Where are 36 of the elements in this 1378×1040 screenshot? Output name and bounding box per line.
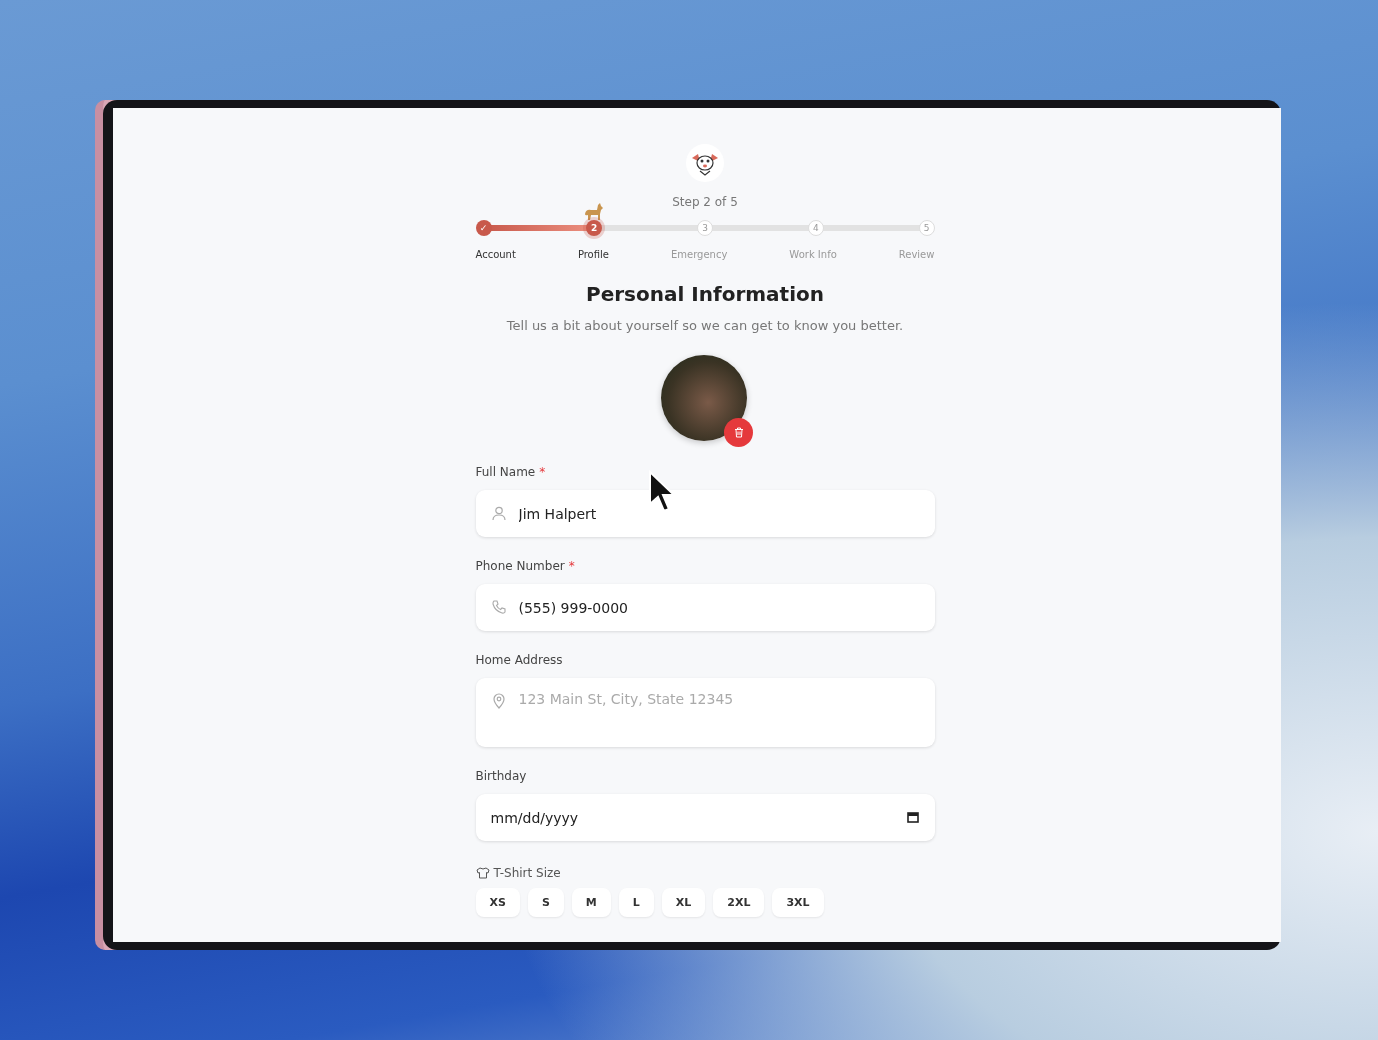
required-mark: *: [539, 465, 546, 479]
step-label: Profile: [577, 249, 609, 260]
step-marker: 4: [807, 220, 824, 236]
delete-photo-button[interactable]: [724, 418, 753, 447]
step-counter: Step 2 of 5: [672, 195, 738, 209]
shirt-icon: [475, 867, 490, 879]
trash-icon: [733, 427, 744, 438]
field-label: Home Address: [475, 653, 563, 667]
size-option[interactable]: L: [618, 888, 654, 917]
field-label: Full Name: [475, 465, 536, 479]
size-option[interactable]: 2XL: [713, 888, 765, 917]
step-marker: 2: [586, 220, 603, 236]
size-option[interactable]: M: [571, 888, 611, 917]
dog-logo-icon: [686, 144, 724, 182]
date-field[interactable]: mm/dd/yyyy: [475, 794, 935, 841]
address-field[interactable]: 123 Main St, City, State 12345: [475, 678, 935, 747]
step-marker: ✓: [475, 220, 492, 236]
page-title: Personal Information: [586, 282, 824, 306]
size-option[interactable]: XL: [661, 888, 706, 917]
size-option[interactable]: 3XL: [772, 888, 824, 917]
name-field[interactable]: Jim Halpert: [475, 490, 935, 537]
page-subtitle: Tell us a bit about yourself so we can get to know you better.: [506, 318, 904, 333]
calendar-icon: [906, 811, 919, 823]
required-mark: *: [568, 559, 575, 573]
phone-field[interactable]: (555) 999-0000: [475, 584, 935, 631]
step-label: Work Info: [789, 249, 837, 260]
step-marker: 5: [918, 220, 935, 236]
size-option[interactable]: XS: [475, 888, 520, 917]
size-option[interactable]: S: [527, 888, 564, 917]
field-label: Birthday: [475, 769, 527, 783]
section-label: T-Shirt Size: [493, 866, 561, 880]
step-label: Account: [475, 249, 516, 260]
step-label: Emergency: [670, 249, 728, 260]
step-marker: 3: [697, 220, 713, 236]
field-label: Phone Number: [475, 559, 565, 573]
step-label: Review: [898, 249, 935, 260]
